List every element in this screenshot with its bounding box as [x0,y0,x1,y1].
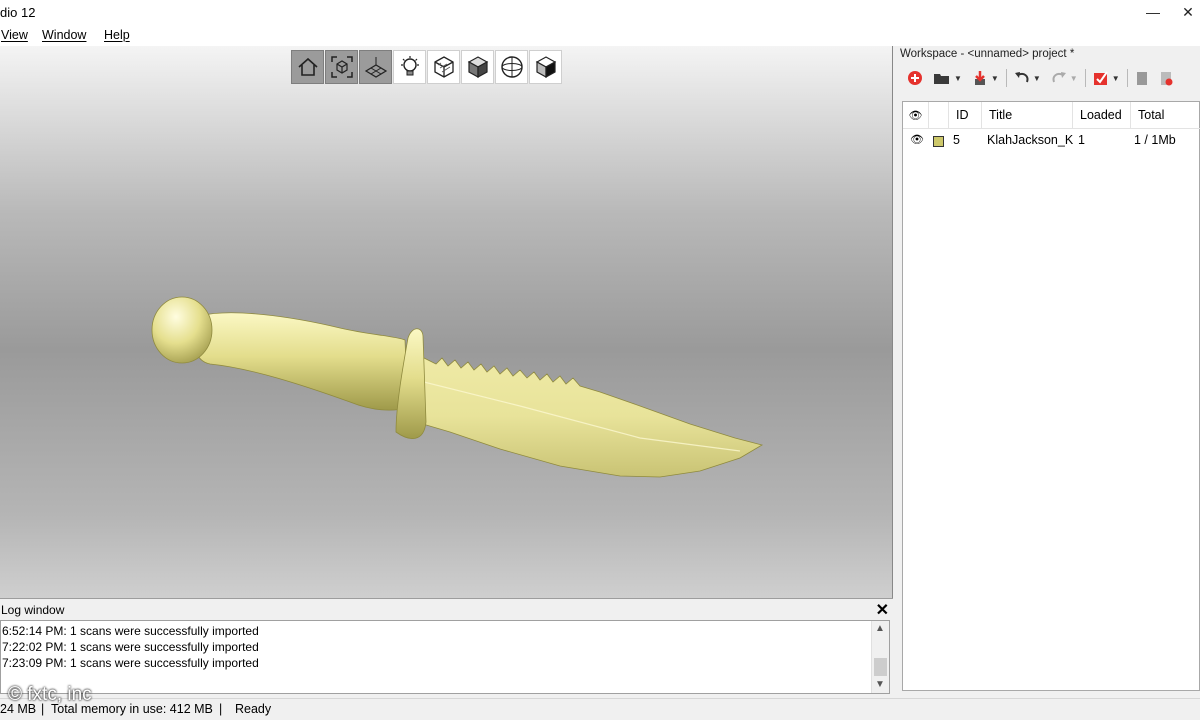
status-bar: 24 MB | Total memory in use: 412 MB | Re… [0,698,1200,720]
status-state: Ready [235,702,272,716]
menu-view[interactable]: View [1,28,28,42]
column-header-loaded[interactable]: Loaded [1073,102,1131,128]
title-bar: dio 12 — ✕ [0,0,1200,26]
copy-icon [1136,72,1147,85]
workspace-table[interactable]: 👁 ID Title Loaded Total 👁 5 KlahJackson_… [902,101,1200,691]
eye-icon[interactable]: 👁 [910,133,924,146]
menu-bar: View Window Help [0,26,1200,46]
copyright-watermark: © fxtc, inc [8,684,92,705]
new-project-button[interactable] [904,67,926,89]
chevron-down-icon: ▼ [1032,73,1041,83]
delete-icon [1160,72,1173,86]
chevron-down-icon: ▼ [1069,73,1078,83]
chevron-down-icon: ▼ [954,73,962,83]
column-header-color[interactable] [929,102,949,128]
check-button[interactable]: ▼ [1090,67,1123,89]
redo-button[interactable]: ▼ [1048,67,1081,89]
toolbar-separator [1084,69,1086,87]
import-icon [974,71,985,85]
row-loaded: 1 [1078,133,1085,147]
log-window-header: Log window ✕ [0,599,893,620]
log-window: Log window ✕ 6:52:14 PM: 1 scans were su… [0,598,893,698]
open-button[interactable]: ▼ [930,67,965,89]
scroll-up-icon[interactable]: ▲ [875,623,885,634]
import-button[interactable]: ▼ [969,67,1002,89]
column-header-id[interactable]: ID [949,102,982,128]
row-id: 5 [953,133,960,147]
toolbar-separator [1126,69,1128,87]
log-list[interactable]: 6:52:14 PM: 1 scans were successfully im… [0,620,890,694]
knife-handle [194,312,409,411]
open-folder-icon [934,74,949,84]
row-title: KlahJackson_Kr [987,133,1073,147]
3d-viewport[interactable] [0,46,893,598]
column-header-total[interactable]: Total [1131,102,1200,128]
undo-button[interactable]: ▼ [1011,67,1044,89]
log-line: 6:52:14 PM: 1 scans were successfully im… [2,624,259,638]
log-scrollbar[interactable]: ▲ ▼ [871,621,889,693]
column-header-title[interactable]: Title [982,102,1073,128]
log-window-title: Log window [1,603,65,617]
knife-3d-model[interactable] [0,46,893,598]
log-line: 7:22:02 PM: 1 scans were successfully im… [2,640,259,654]
menu-window[interactable]: Window [42,28,86,42]
log-line: 7:23:09 PM: 1 scans were successfully im… [2,656,259,670]
row-total: 1 / 1Mb [1134,133,1176,147]
window-title: dio 12 [0,5,36,20]
workspace-toolbar: ▼ ▼ ▼ ▼ ▼ [900,64,1200,92]
knife-blade [415,354,764,478]
workspace-title: Workspace - <unnamed> project * [900,48,1075,60]
delete-button[interactable] [1156,67,1176,89]
minimize-button[interactable]: — [1130,0,1176,26]
scroll-thumb[interactable] [874,658,887,676]
redo-icon [1052,72,1066,83]
menu-help[interactable]: Help [104,28,130,42]
column-header-visible[interactable]: 👁 [903,102,929,128]
color-swatch [933,136,944,147]
eye-icon: 👁 [908,110,923,122]
scroll-down-icon[interactable]: ▼ [875,679,885,690]
copy-button[interactable] [1132,67,1152,89]
knife-pommel [151,296,213,364]
undo-icon [1014,72,1029,83]
close-icon[interactable]: ✕ [876,600,889,620]
new-project-icon [908,71,922,85]
toolbar-separator [1005,69,1007,87]
check-icon [1093,71,1108,85]
chevron-down-icon: ▼ [990,73,999,83]
header-divider [903,128,1200,129]
chevron-down-icon: ▼ [1111,73,1120,83]
status-separator: | [219,702,223,716]
close-window-button[interactable]: ✕ [1176,0,1200,26]
workspace-panel: Workspace - <unnamed> project * ▼ ▼ ▼ ▼ … [895,46,1200,698]
